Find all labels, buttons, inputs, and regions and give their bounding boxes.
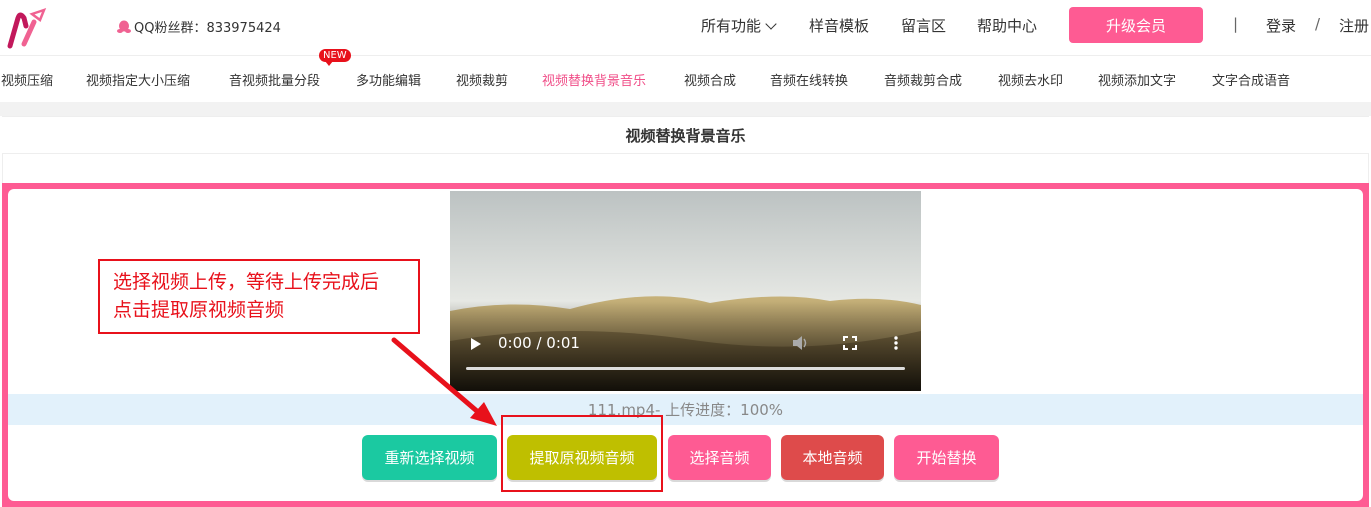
chevron-down-icon — [765, 18, 777, 30]
fullscreen-icon[interactable] — [843, 336, 857, 350]
callout-line-2: 点击提取原视频音频 — [113, 299, 285, 321]
spacer — [2, 154, 1369, 183]
tool-text-to-speech[interactable]: 文字合成语音 — [1212, 70, 1290, 89]
nav-help-center[interactable]: 帮助中心 — [977, 15, 1037, 36]
page-title: 视频替换背景音乐 — [2, 116, 1369, 154]
qq-penguin-icon — [117, 20, 131, 33]
player-seek-bar[interactable] — [466, 367, 905, 370]
new-badge: NEW — [319, 49, 351, 66]
nav-all-features[interactable]: 所有功能 — [701, 15, 777, 36]
more-vertical-icon[interactable] — [893, 335, 899, 351]
tool-multi-edit[interactable]: 多功能编辑 — [356, 70, 421, 89]
start-replace-button[interactable]: 开始替换 — [894, 435, 999, 480]
brand-logo-icon[interactable] — [4, 6, 50, 50]
nav-message-board[interactable]: 留言区 — [901, 15, 946, 36]
tool-add-text[interactable]: 视频添加文字 — [1098, 70, 1176, 89]
instruction-callout: 选择视频上传，等待上传完成后 点击提取原视频音频 — [98, 259, 420, 334]
volume-icon[interactable] — [792, 335, 810, 351]
nav-all-features-label: 所有功能 — [701, 17, 762, 35]
highlight-box — [501, 415, 663, 492]
tool-video-compress[interactable]: 视频压缩 — [1, 70, 53, 89]
local-audio-button[interactable]: 本地音频 — [781, 435, 884, 480]
tool-remove-watermark[interactable]: 视频去水印 — [998, 70, 1063, 89]
qq-group: QQ粉丝群：833975424 — [116, 17, 281, 36]
slash-divider: / — [1315, 15, 1321, 33]
video-player[interactable]: 0:00 / 0:01 — [450, 191, 921, 391]
separator-strip — [0, 102, 1371, 116]
tool-video-crop[interactable]: 视频裁剪 — [456, 70, 508, 89]
tool-nav: 视频压缩 视频指定大小压缩 音视频批量分段 多功能编辑 视频裁剪 视频替换背景音… — [0, 55, 1371, 102]
video-frame — [450, 191, 921, 391]
nav-templates[interactable]: 样音模板 — [809, 15, 869, 36]
upload-status-bar: 111.mp4- 上传进度：100% — [8, 394, 1363, 425]
tool-audio-convert[interactable]: 音频在线转换 — [770, 70, 848, 89]
upgrade-vip-button[interactable]: 升级会员 — [1069, 7, 1203, 43]
callout-line-1: 选择视频上传，等待上传完成后 — [113, 271, 380, 293]
top-header: QQ粉丝群：833975424 所有功能 样音模板 留言区 帮助中心 升级会员 … — [0, 0, 1371, 52]
register-link[interactable]: 注册 — [1339, 15, 1369, 36]
qq-group-label: QQ粉丝群：833975424 — [134, 21, 281, 36]
login-link[interactable]: 登录 — [1266, 15, 1296, 36]
tool-audio-cut-merge[interactable]: 音频裁剪合成 — [884, 70, 962, 89]
tool-video-size-compress[interactable]: 视频指定大小压缩 — [86, 70, 190, 89]
reselect-video-button[interactable]: 重新选择视频 — [362, 435, 497, 480]
divider: | — [1233, 15, 1239, 33]
tool-video-merge[interactable]: 视频合成 — [684, 70, 736, 89]
play-icon[interactable] — [470, 337, 482, 351]
tool-batch-split[interactable]: 音视频批量分段 — [229, 70, 320, 89]
player-time: 0:00 / 0:01 — [498, 334, 580, 352]
tool-replace-bgm[interactable]: 视频替换背景音乐 — [542, 70, 646, 89]
choose-audio-button[interactable]: 选择音频 — [668, 435, 771, 480]
